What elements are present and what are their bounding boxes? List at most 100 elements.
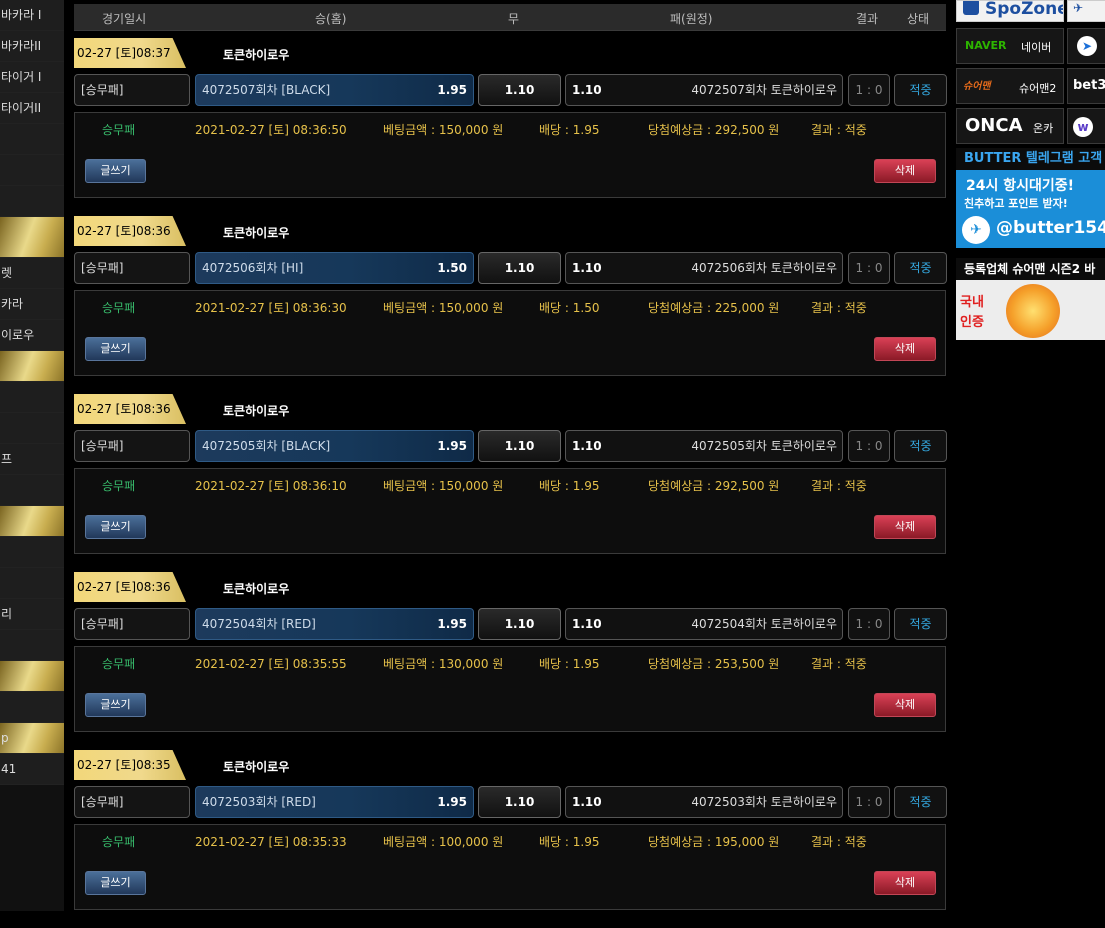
detail-type: 승무패 bbox=[102, 301, 136, 315]
sidebar-item[interactable]: 카라 bbox=[0, 289, 64, 320]
sidebar-item[interactable] bbox=[0, 155, 64, 186]
game-name: 토큰하이로우 bbox=[223, 404, 290, 418]
sidebar-item[interactable] bbox=[0, 351, 64, 382]
partner-banner-top-right[interactable]: ✈ bbox=[1067, 0, 1105, 22]
detail-result: 결과 : 적중 bbox=[811, 835, 867, 849]
header-status: 상태 bbox=[907, 12, 930, 26]
home-label: 4072506회차 [HI] bbox=[202, 261, 304, 275]
home-odds: 1.95 bbox=[437, 439, 467, 453]
detail-bet-amount: 베팅금액 : 130,000 원 bbox=[383, 657, 504, 671]
draw-odds-button[interactable]: 1.10 bbox=[478, 74, 561, 106]
sidebar-item[interactable]: 리 bbox=[0, 599, 64, 630]
delete-button[interactable]: 삭제 bbox=[874, 337, 936, 361]
butter-line2: 친추하고 포인트 받자! bbox=[964, 197, 1068, 210]
home-label: 4072507회차 [BLACK] bbox=[202, 83, 331, 97]
home-odds: 1.50 bbox=[437, 261, 467, 275]
delete-button[interactable]: 삭제 bbox=[874, 515, 936, 539]
detail-expected-win: 당첨예상금 : 225,000 원 bbox=[648, 301, 780, 315]
write-button[interactable]: 글쓰기 bbox=[85, 515, 146, 539]
status-cell: 적중 bbox=[894, 786, 947, 818]
sidebar-item[interactable]: 41 bbox=[0, 754, 64, 785]
draw-odds-button[interactable]: 1.10 bbox=[478, 786, 561, 818]
sidebar-item[interactable] bbox=[0, 630, 64, 661]
onca-banner[interactable]: ONCA 온카 bbox=[956, 108, 1064, 144]
draw-odds-button[interactable]: 1.10 bbox=[478, 608, 561, 640]
bet-type-cell: [승무패] bbox=[74, 608, 190, 640]
registered-site-banner[interactable]: 등록업체 슈어맨 시즌2 바 국내 인증 bbox=[956, 258, 1105, 340]
write-button[interactable]: 글쓰기 bbox=[85, 159, 146, 183]
sidebar-item[interactable] bbox=[0, 568, 64, 599]
spozone-logo: SpoZone bbox=[985, 0, 1064, 19]
home-odds-button[interactable]: 4072503회차 [RED] 1.95 bbox=[195, 786, 474, 818]
sidebar-item[interactable]: p bbox=[0, 723, 64, 754]
detail-bet-amount: 베팅금액 : 150,000 원 bbox=[383, 123, 504, 137]
away-label: 4072503회차 토큰하이로우 bbox=[691, 795, 837, 809]
date-tag: 02-27 [토]08:35 bbox=[74, 750, 186, 780]
detail-type: 승무패 bbox=[102, 123, 136, 137]
home-label: 4072503회차 [RED] bbox=[202, 795, 316, 809]
sidebar-item[interactable] bbox=[0, 382, 64, 413]
bet365-banner[interactable]: bet3 bbox=[1067, 68, 1105, 104]
detail-type: 승무패 bbox=[102, 479, 136, 493]
butter-telegram-banner[interactable]: BUTTER 텔레그램 고객 24시 항시대기중! 친추하고 포인트 받자! ✈… bbox=[956, 148, 1105, 248]
away-odds-button[interactable]: 1.10 4072504회차 토큰하이로우 bbox=[565, 608, 843, 640]
home-odds-button[interactable]: 4072504회차 [RED] 1.95 bbox=[195, 608, 474, 640]
bet-row: 02-27 [토]08:37 토큰하이로우 [승무패] 4072507회차 [BLAC… bbox=[74, 38, 947, 216]
detail-datetime: 2021-02-27 [토] 08:36:50 bbox=[195, 123, 347, 137]
sidebar-item[interactable] bbox=[0, 413, 64, 444]
score-cell: 1 : 0 bbox=[848, 608, 890, 640]
write-button[interactable]: 글쓰기 bbox=[85, 871, 146, 895]
delete-button[interactable]: 삭제 bbox=[874, 871, 936, 895]
sidebar-item[interactable]: 타이거 I bbox=[0, 62, 64, 93]
sidebar-item[interactable]: 프 bbox=[0, 444, 64, 475]
home-odds-button[interactable]: 4072507회차 [BLACK] 1.95 bbox=[195, 74, 474, 106]
home-odds-button[interactable]: 4072506회차 [HI] 1.50 bbox=[195, 252, 474, 284]
sidebar-item[interactable]: 타이거II bbox=[0, 93, 64, 124]
spozone-banner[interactable]: SpoZone bbox=[956, 0, 1064, 22]
sureman-label: 슈어맨2 bbox=[1019, 82, 1057, 95]
detail-bet-amount: 베팅금액 : 150,000 원 bbox=[383, 301, 504, 315]
score-cell: 1 : 0 bbox=[848, 786, 890, 818]
away-label: 4072506회차 토큰하이로우 bbox=[691, 261, 837, 275]
home-odds-button[interactable]: 4072505회차 [BLACK] 1.95 bbox=[195, 430, 474, 462]
bet-row: 02-27 [토]08:36 토큰하이로우 [승무패] 4072505회차 [BLAC… bbox=[74, 394, 947, 572]
detail-datetime: 2021-02-27 [토] 08:36:30 bbox=[195, 301, 347, 315]
sidebar-item[interactable] bbox=[0, 506, 64, 537]
write-button[interactable]: 글쓰기 bbox=[85, 693, 146, 717]
detail-dividend: 배당 : 1.95 bbox=[539, 835, 600, 849]
sidebar-item[interactable]: 렛 bbox=[0, 258, 64, 289]
delete-button[interactable]: 삭제 bbox=[874, 159, 936, 183]
sidebar-item[interactable] bbox=[0, 537, 64, 568]
sidebar-item[interactable] bbox=[0, 661, 64, 692]
away-odds-button[interactable]: 1.10 4072506회차 토큰하이로우 bbox=[565, 252, 843, 284]
detail-dividend: 배당 : 1.95 bbox=[539, 479, 600, 493]
partner-banner-2[interactable]: ➤ bbox=[1067, 28, 1105, 64]
delete-button[interactable]: 삭제 bbox=[874, 693, 936, 717]
sidebar-item[interactable] bbox=[0, 692, 64, 723]
sidebar-item[interactable]: 바카라 I bbox=[0, 0, 64, 31]
bet-detail-panel: 승무패 2021-02-27 [토] 08:36:10 베팅금액 : 150,000… bbox=[74, 468, 946, 554]
write-button[interactable]: 글쓰기 bbox=[85, 337, 146, 361]
detail-type: 승무패 bbox=[102, 835, 136, 849]
sureman-banner[interactable]: 슈어맨 슈어맨2 bbox=[956, 68, 1064, 104]
draw-odds-button[interactable]: 1.10 bbox=[478, 430, 561, 462]
away-odds-button[interactable]: 1.10 4072507회차 토큰하이로우 bbox=[565, 74, 843, 106]
sidebar-item[interactable]: 바카라II bbox=[0, 31, 64, 62]
sidebar-item[interactable] bbox=[0, 475, 64, 506]
sidebar-item[interactable]: 이로우 bbox=[0, 320, 64, 351]
bet-detail-panel: 승무패 2021-02-27 [토] 08:35:33 베팅금액 : 100,000… bbox=[74, 824, 946, 910]
sidebar-item[interactable] bbox=[0, 124, 64, 155]
sidebar-item[interactable] bbox=[0, 186, 64, 217]
date-tag: 02-27 [토]08:36 bbox=[74, 216, 186, 246]
partner-banner-4[interactable]: w bbox=[1067, 108, 1105, 144]
sidebar-item[interactable] bbox=[0, 217, 64, 258]
away-odds-button[interactable]: 1.10 4072505회차 토큰하이로우 bbox=[565, 430, 843, 462]
away-odds-button[interactable]: 1.10 4072503회차 토큰하이로우 bbox=[565, 786, 843, 818]
circle-arrow-icon: ➤ bbox=[1077, 36, 1097, 56]
bet-type-cell: [승무패] bbox=[74, 74, 190, 106]
header-result: 결과 bbox=[856, 12, 879, 26]
bet365-logo: bet3 bbox=[1073, 78, 1105, 93]
naver-banner[interactable]: NAVER 네이버 bbox=[956, 28, 1064, 64]
draw-odds-button[interactable]: 1.10 bbox=[478, 252, 561, 284]
bet-type-cell: [승무패] bbox=[74, 252, 190, 284]
